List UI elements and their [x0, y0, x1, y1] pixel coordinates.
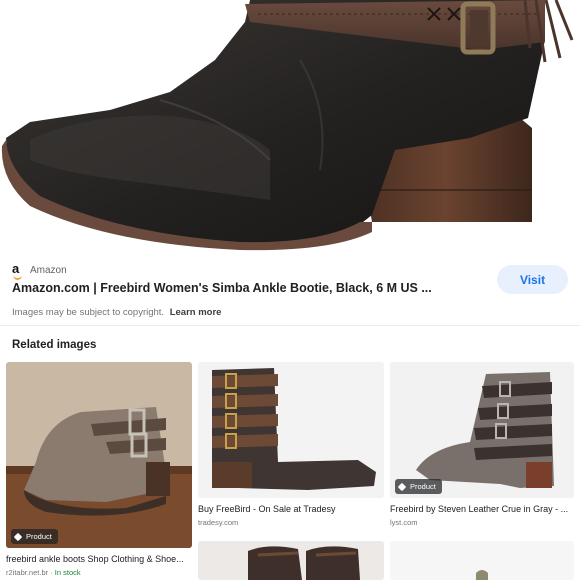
related-thumbnail[interactable]: [198, 541, 384, 580]
related-site: lyst.com: [390, 518, 418, 527]
boot-thumbnail-image: [198, 362, 384, 498]
learn-more-link[interactable]: Learn more: [170, 307, 222, 318]
related-caption[interactable]: Buy FreeBird - On Sale at Tradesy: [198, 504, 384, 514]
related-meta: r2itabr.net.br · In stock: [6, 568, 81, 577]
boot-thumbnail-image: [198, 541, 384, 580]
related-image-card[interactable]: [390, 541, 574, 580]
related-image-card[interactable]: Product Freebird by Steven Leather Crue …: [390, 362, 574, 527]
related-image-card[interactable]: Product freebird ankle boots Shop Clothi…: [6, 362, 192, 577]
product-badge-label: Product: [26, 532, 52, 541]
visit-button[interactable]: Visit: [497, 265, 568, 294]
related-thumbnail[interactable]: Product: [6, 362, 192, 548]
copyright-text: Images may be subject to copyright.: [12, 307, 165, 318]
source-row[interactable]: a Amazon: [12, 262, 67, 280]
result-title[interactable]: Amazon.com | Freebird Women's Simba Ankl…: [12, 281, 432, 295]
boot-image: [1, 0, 574, 251]
related-thumbnail[interactable]: [390, 541, 574, 580]
product-badge: Product: [395, 479, 442, 494]
related-images-heading: Related images: [12, 339, 97, 351]
boot-thumbnail-image: [6, 362, 192, 548]
related-thumbnail[interactable]: Product: [390, 362, 574, 498]
amazon-logo-icon: a: [12, 262, 24, 280]
related-site: tradesy.com: [198, 518, 239, 527]
related-image-card[interactable]: [198, 541, 384, 580]
boot-thumbnail-image: [390, 362, 574, 498]
related-caption[interactable]: Freebird by Steven Leather Crue in Gray …: [390, 504, 574, 514]
source-name: Amazon: [30, 264, 67, 276]
stock-status: In stock: [54, 568, 81, 577]
related-meta: tradesy.com: [198, 518, 384, 527]
tag-icon: [15, 533, 23, 541]
related-meta: lyst.com: [390, 518, 574, 527]
boot-thumbnail-image: [390, 541, 574, 580]
copyright-notice: Images may be subject to copyright. Lear…: [12, 307, 221, 318]
related-image-card[interactable]: Buy FreeBird - On Sale at Tradesy trades…: [198, 362, 384, 527]
related-thumbnail[interactable]: [198, 362, 384, 498]
related-site: r2itabr.net.br: [6, 568, 49, 577]
product-badge: Product: [11, 529, 58, 544]
product-badge-label: Product: [410, 482, 436, 491]
related-caption[interactable]: freebird ankle boots Shop Clothing & Sho…: [6, 554, 192, 564]
main-image[interactable]: [0, 0, 580, 252]
tag-icon: [399, 483, 407, 491]
divider: [0, 325, 580, 326]
